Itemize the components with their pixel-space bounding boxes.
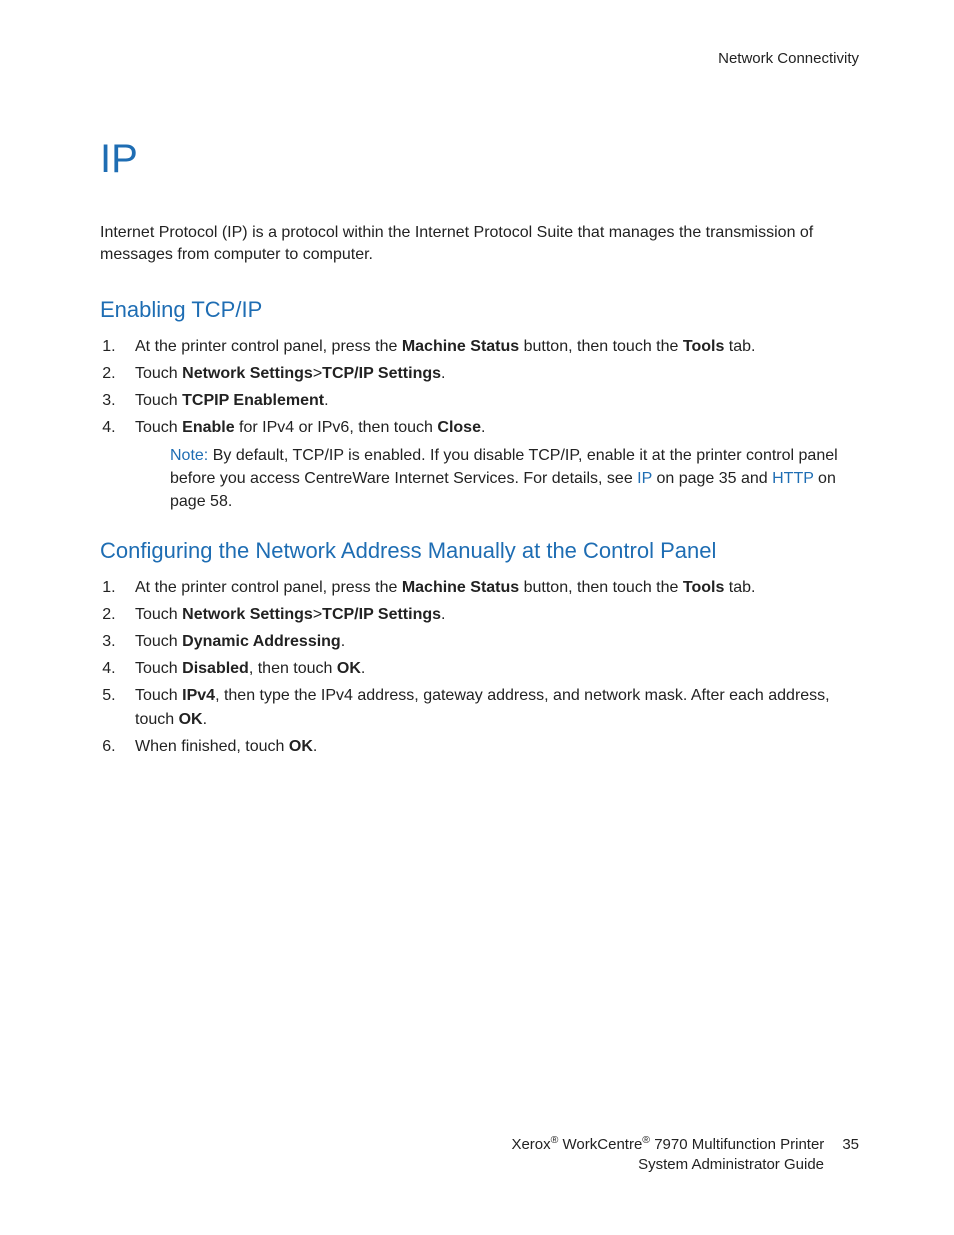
step-item: At the printer control panel, press the … [120,335,859,359]
step-item: Touch Network Settings>TCP/IP Settings. [120,362,859,386]
step-item: Touch Disabled, then touch OK. [120,657,859,681]
step-item: Touch Dynamic Addressing. [120,630,859,654]
link-http[interactable]: HTTP [772,470,813,487]
steps-enabling-tcpip: At the printer control panel, press the … [100,335,859,514]
step-item: At the printer control panel, press the … [120,576,859,600]
note-label: Note: [170,447,208,464]
heading-enabling-tcpip: Enabling TCP/IP [100,297,859,323]
step-item: Touch Enable for IPv4 or IPv6, then touc… [120,416,859,514]
link-ip[interactable]: IP [637,470,652,487]
heading-configuring-network: Configuring the Network Address Manually… [100,538,859,564]
footer-line2: System Administrator Guide [100,1155,859,1175]
step-item: When finished, touch OK. [120,735,859,759]
steps-configuring-network: At the printer control panel, press the … [100,576,859,759]
step-item: Touch IPv4, then type the IPv4 address, … [120,684,859,732]
intro-paragraph: Internet Protocol (IP) is a protocol wit… [100,222,859,267]
note-block: Note: By default, TCP/IP is enabled. If … [170,444,859,514]
step-item: Touch Network Settings>TCP/IP Settings. [120,603,859,627]
footer-line1: Xerox® WorkCentre® 7970 Multifunction Pr… [100,1133,859,1155]
page-number: 35 [842,1135,859,1155]
page-footer: Xerox® WorkCentre® 7970 Multifunction Pr… [100,1133,859,1176]
page-container: Network Connectivity IP Internet Protoco… [0,0,954,1235]
page-title: IP [100,137,859,182]
running-header: Network Connectivity [100,50,859,67]
step-item: Touch TCPIP Enablement. [120,389,859,413]
